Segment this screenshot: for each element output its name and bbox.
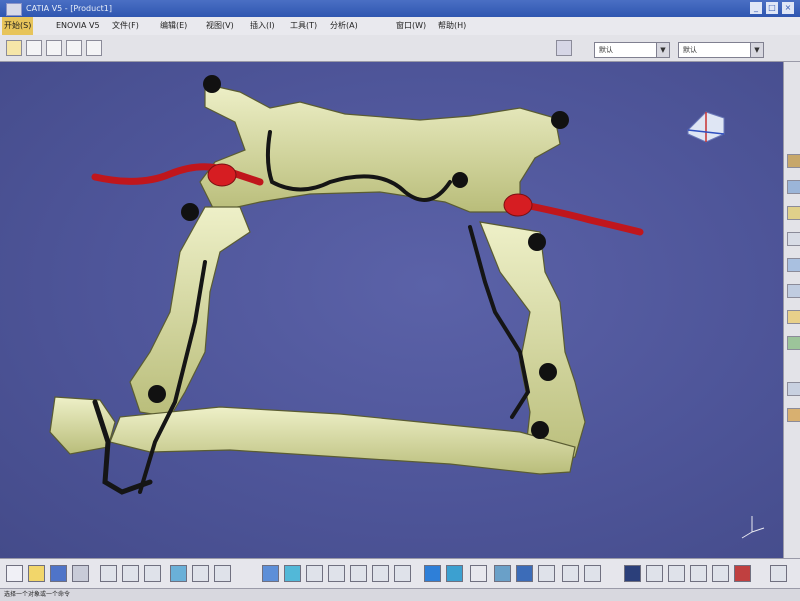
- camera-icon[interactable]: [690, 565, 707, 582]
- menu-tools[interactable]: 工具(T): [290, 17, 317, 35]
- menu-enovia[interactable]: ENOVIA V5: [56, 17, 100, 35]
- pan-icon[interactable]: [284, 565, 301, 582]
- filter-combo[interactable]: 默认 ▼: [678, 42, 764, 58]
- whats-this-icon[interactable]: [144, 565, 161, 582]
- measure-item-icon[interactable]: [584, 565, 601, 582]
- layer-combo-value: 默认: [599, 46, 613, 54]
- edges-icon[interactable]: [494, 565, 511, 582]
- refresh-icon[interactable]: [170, 565, 187, 582]
- undo-icon[interactable]: [100, 565, 117, 582]
- subframe-model[interactable]: [0, 62, 783, 558]
- menu-help[interactable]: 帮助(H): [438, 17, 466, 35]
- stop-icon[interactable]: [734, 565, 751, 582]
- rear-crossmember: [199, 83, 561, 213]
- settings-icon[interactable]: [770, 565, 787, 582]
- menu-start[interactable]: 开始(S): [2, 17, 34, 35]
- left-side-rail: [129, 206, 251, 418]
- menu-bar: 开始(S) ENOVIA V5 文件(F) 编辑(E) 视图(V) 插入(I) …: [0, 17, 800, 35]
- axis-triad-icon: [741, 516, 765, 539]
- new-icon[interactable]: [6, 565, 23, 582]
- bushing-right-lower: [531, 421, 549, 439]
- shell-icon[interactable]: [787, 310, 800, 324]
- bushing-left-front: [148, 385, 166, 403]
- right-toolbar: [783, 62, 800, 558]
- multi-view-icon[interactable]: [394, 565, 411, 582]
- right-stabilizer-bushing: [503, 193, 533, 217]
- menu-window[interactable]: 窗口(W): [396, 17, 426, 35]
- title-bar: CATIA V5 - [Product1] _ □ ×: [0, 0, 800, 17]
- chevron-down-icon[interactable]: ▼: [656, 43, 669, 57]
- menu-insert[interactable]: 插入(I): [250, 17, 275, 35]
- bushing-rear-center: [452, 172, 468, 188]
- menu-view[interactable]: 视图(V): [206, 17, 234, 35]
- bushing-right-mid: [528, 233, 546, 251]
- bushing-rear-left: [203, 75, 221, 93]
- chamfer-icon[interactable]: [787, 284, 800, 298]
- window-title: CATIA V5 - [Product1]: [26, 4, 112, 13]
- chevron-down-icon[interactable]: ▼: [750, 43, 763, 57]
- fit-all-icon[interactable]: [262, 565, 279, 582]
- save-icon[interactable]: [50, 565, 67, 582]
- catia-app-icon: [6, 3, 22, 16]
- clash-icon[interactable]: [646, 565, 663, 582]
- layer-combo[interactable]: 默认 ▼: [594, 42, 670, 58]
- front-view-icon[interactable]: [446, 565, 463, 582]
- section-icon[interactable]: [624, 565, 641, 582]
- left-stabilizer-bushing: [207, 163, 237, 187]
- distance-icon[interactable]: [668, 565, 685, 582]
- fly-icon[interactable]: [214, 565, 231, 582]
- hide-show-icon[interactable]: [516, 565, 533, 582]
- part-design-icon[interactable]: [787, 154, 800, 168]
- sketch-icon[interactable]: [787, 180, 800, 194]
- pocket-icon[interactable]: [787, 206, 800, 220]
- swap-space-icon[interactable]: [538, 565, 555, 582]
- search-icon[interactable]: [66, 40, 82, 56]
- 3d-viewport[interactable]: [0, 62, 783, 558]
- hand-icon[interactable]: [6, 40, 22, 56]
- window-controls: _ □ ×: [750, 2, 794, 14]
- measure-icon[interactable]: [787, 382, 800, 396]
- hole-icon[interactable]: [787, 232, 800, 246]
- compass-icon[interactable]: [687, 111, 725, 143]
- paste-icon[interactable]: [86, 40, 102, 56]
- zoom-out-icon[interactable]: [350, 565, 367, 582]
- apply-material-icon[interactable]: [787, 408, 800, 422]
- menu-edit[interactable]: 编辑(E): [160, 17, 187, 35]
- menu-file[interactable]: 文件(F): [112, 17, 139, 35]
- close-button[interactable]: ×: [782, 2, 794, 14]
- maximize-button[interactable]: □: [766, 2, 778, 14]
- iso-view-icon[interactable]: [424, 565, 441, 582]
- cut-icon[interactable]: [26, 40, 42, 56]
- shading-icon[interactable]: [470, 565, 487, 582]
- copy-icon[interactable]: [46, 40, 62, 56]
- bushing-right-front: [539, 363, 557, 381]
- filter-combo-value: 默认: [683, 46, 697, 54]
- fillet-icon[interactable]: [787, 258, 800, 272]
- normal-view-icon[interactable]: [372, 565, 389, 582]
- minimize-button[interactable]: _: [750, 2, 762, 14]
- bushing-left-mid: [181, 203, 199, 221]
- open-icon[interactable]: [28, 565, 45, 582]
- print-icon[interactable]: [72, 565, 89, 582]
- status-text: 选择一个对象或一个命令: [4, 591, 71, 598]
- redo-icon[interactable]: [122, 565, 139, 582]
- front-crossbar: [109, 406, 576, 475]
- status-bar: 选择一个对象或一个命令: [0, 588, 800, 601]
- zoom-in-icon[interactable]: [328, 565, 345, 582]
- snapshot-icon[interactable]: [712, 565, 729, 582]
- menu-analyze[interactable]: 分析(A): [330, 17, 358, 35]
- mirror-icon[interactable]: [787, 336, 800, 350]
- properties-icon[interactable]: [556, 40, 572, 56]
- rotate-icon[interactable]: [306, 565, 323, 582]
- bushing-rear-right: [551, 111, 569, 129]
- tree-icon[interactable]: [192, 565, 209, 582]
- measure-between-icon[interactable]: [562, 565, 579, 582]
